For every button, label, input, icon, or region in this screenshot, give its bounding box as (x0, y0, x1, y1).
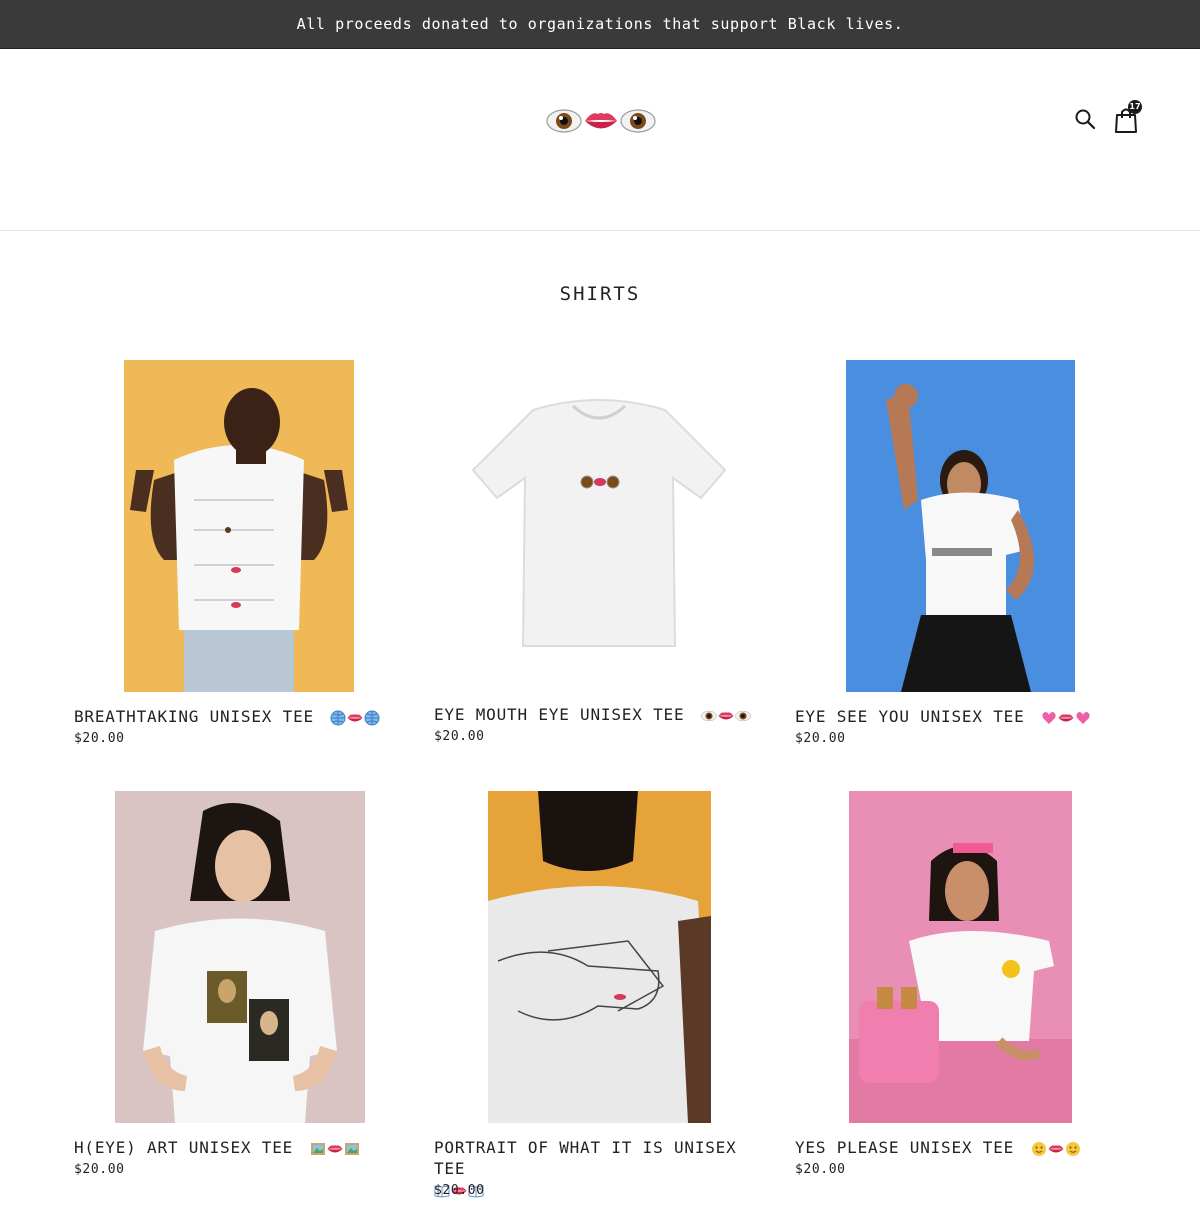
framed-picture-icon (344, 1142, 359, 1155)
eye-icon (735, 710, 751, 721)
site-header: 17 (0, 48, 1200, 231)
product-price: $20.00 (434, 729, 485, 744)
product-emoji (310, 1141, 360, 1157)
search-icon (1075, 109, 1096, 130)
model-line-art-tee-illustration (488, 791, 711, 1123)
product-title[interactable]: YES PLEASE UNISEX TEE (795, 1137, 1081, 1158)
mouth-icon (347, 713, 363, 722)
product-price: $20.00 (434, 1183, 485, 1198)
mouth-icon (585, 113, 617, 129)
product-title[interactable]: H(EYE) ART UNISEX TEE (74, 1137, 360, 1158)
product-title-text: YES PLEASE UNISEX TEE (795, 1138, 1015, 1157)
product-title[interactable]: BREATHTAKING UNISEX TEE (74, 706, 380, 727)
eye-icon (620, 109, 656, 133)
product-title-text: BREATHTAKING UNISEX TEE (74, 707, 314, 726)
model-art-tee-illustration (143, 803, 337, 1123)
heart-icon (1076, 711, 1090, 724)
product-title[interactable]: EYE MOUTH EYE UNISEX TEE (434, 704, 751, 725)
announcement-bar: All proceeds donated to organizations th… (0, 0, 1200, 49)
product-image[interactable] (488, 791, 711, 1123)
product-image[interactable] (849, 791, 1072, 1123)
smiley-icon (1031, 1141, 1046, 1156)
mouth-icon (1048, 1144, 1064, 1153)
framed-picture-icon (310, 1142, 325, 1155)
product-price: $20.00 (74, 1162, 125, 1177)
product-title-text: PORTRAIT OF WHAT IT IS UNISEX TEE (434, 1138, 737, 1178)
site-logo[interactable] (546, 104, 656, 138)
smiley-icon (1065, 1141, 1080, 1156)
product-emoji (1031, 1141, 1081, 1157)
product-emoji (330, 710, 380, 726)
product-emoji (701, 708, 751, 724)
product-image[interactable] (846, 360, 1075, 692)
mouth-icon (327, 1144, 343, 1153)
cart-button[interactable]: 17 (1114, 100, 1142, 133)
product-title[interactable]: EYE SEE YOU UNISEX TEE (795, 706, 1091, 727)
model-toaster-illustration (849, 843, 1072, 1123)
model-back-tee-illustration (130, 388, 348, 692)
search-button[interactable] (1074, 108, 1096, 130)
product-image[interactable] (124, 360, 354, 692)
model-raised-fist-illustration (886, 384, 1035, 692)
product-price: $20.00 (795, 1162, 846, 1177)
mouth-icon (1058, 713, 1074, 722)
product-image[interactable] (463, 360, 735, 692)
product-image[interactable] (115, 791, 365, 1123)
product-title-text: EYE SEE YOU UNISEX TEE (795, 707, 1025, 726)
white-tee-illustration (471, 399, 727, 647)
heart-icon (1042, 711, 1056, 724)
collection-title: SHIRTS (559, 283, 641, 305)
eye-icon (701, 710, 717, 721)
product-price: $20.00 (74, 731, 125, 746)
product-emoji (1041, 710, 1091, 726)
globe-icon (364, 710, 380, 725)
cart-count-badge: 17 (1128, 100, 1142, 114)
product-title-text: EYE MOUTH EYE UNISEX TEE (434, 705, 685, 724)
product-title-text: H(EYE) ART UNISEX TEE (74, 1138, 294, 1157)
globe-icon (330, 710, 346, 725)
product-title[interactable]: PORTRAIT OF WHAT IT IS UNISEX TEE (434, 1137, 774, 1200)
product-price: $20.00 (795, 731, 846, 746)
announcement-text: All proceeds donated to organizations th… (296, 15, 904, 33)
eye-icon (546, 109, 582, 133)
mouth-icon (718, 711, 734, 720)
